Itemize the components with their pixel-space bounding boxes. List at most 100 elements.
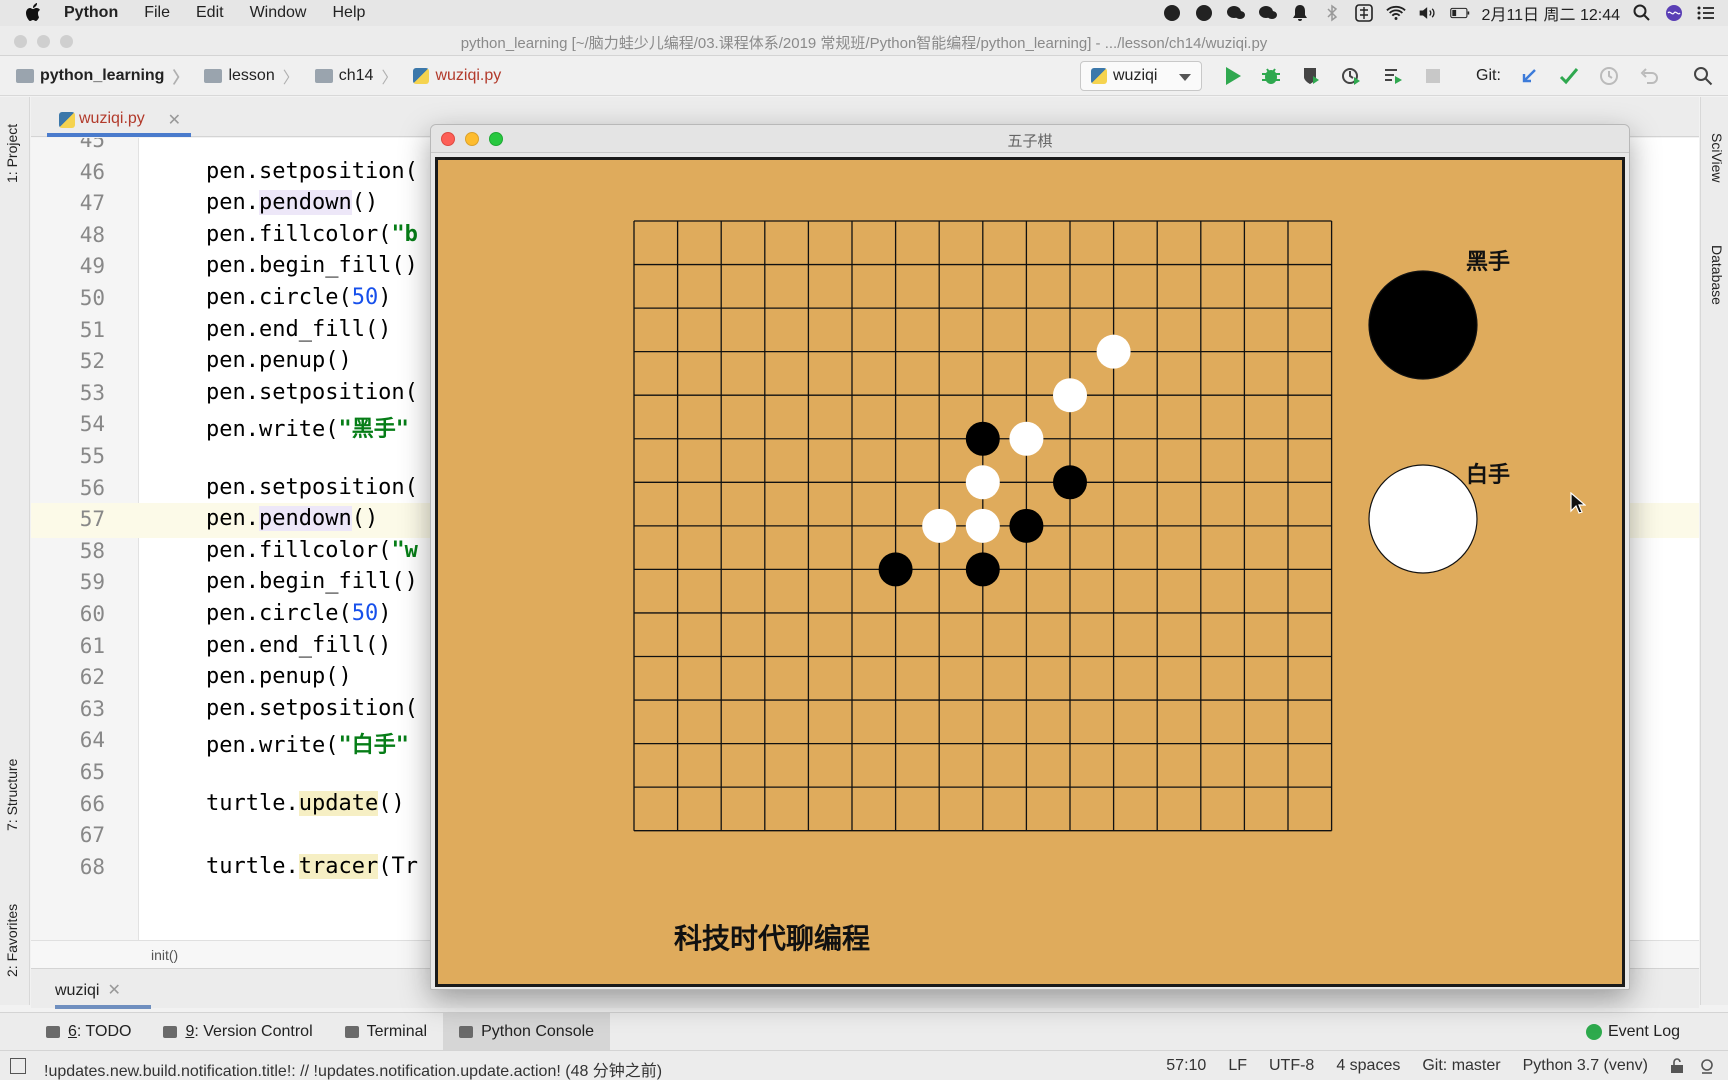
tool-tab-favorites[interactable]: 2: Favorites [4,904,20,977]
breadcrumb-ch14[interactable]: ch14 〉 [314,64,397,88]
gomoku-canvas[interactable]: 黑手 白手 科技时代聊编程 [435,157,1625,987]
profile-icon[interactable] [1340,65,1362,87]
white-stone[interactable] [965,508,1000,543]
coverage-icon[interactable] [1300,65,1322,87]
python-file-icon [59,112,75,128]
bottom-tool-tabs: 6: TODO 9: Version Control Terminal Pyth… [0,1012,1728,1051]
python-interpreter[interactable]: Python 3.7 (venv) [1523,1057,1648,1075]
menu-edit[interactable]: Edit [196,4,224,22]
wechat-icon[interactable] [1226,4,1246,22]
code-text: pen.pendown() [206,506,379,532]
white-stone[interactable] [1053,378,1087,413]
rollback-icon[interactable] [1638,65,1660,87]
debug-icon[interactable] [1260,65,1282,87]
stop-record-icon[interactable] [1162,4,1182,22]
wechat-icon[interactable] [1258,4,1278,22]
line-number: 50 [79,286,105,310]
line-number: 63 [79,696,105,721]
code-text: pen.fillcolor("b [206,221,418,247]
white-stone[interactable] [1009,421,1044,456]
breadcrumb-file[interactable]: wuziqi.py [413,67,501,85]
gomoku-board[interactable] [438,160,1622,984]
code-text: pen.begin_fill() [206,569,418,595]
siri-icon[interactable] [1664,4,1684,22]
white-stone[interactable] [1096,334,1131,369]
run-config-select[interactable]: wuziqi [1080,61,1202,91]
code-text: pen.setposition( [206,474,418,500]
breadcrumb-lesson[interactable]: lesson 〉 [204,64,299,88]
folder-icon [314,68,333,83]
bluetooth-icon[interactable] [1322,4,1342,22]
black-stone[interactable] [1009,508,1044,543]
code-text: pen.penup() [206,348,352,374]
event-log-button[interactable]: Event Log [1585,1023,1680,1041]
compass-icon[interactable] [1194,4,1214,22]
line-number: 66 [79,791,105,816]
apple-icon[interactable] [22,1,46,25]
menu-window[interactable]: Window [250,4,307,22]
stop-icon[interactable] [1422,65,1444,87]
status-message[interactable]: !updates.new.build.notification.title!: … [44,1057,662,1080]
black-stone[interactable] [1053,465,1087,500]
battery-icon[interactable] [1449,4,1470,22]
concurrency-icon[interactable] [1382,65,1404,87]
git-commit-icon[interactable] [1558,65,1580,87]
inspector-icon[interactable] [1698,1057,1716,1080]
run-icon[interactable] [1222,65,1244,87]
code-text: pen.circle(50) [206,601,392,626]
tool-tab-python-console[interactable]: Python Console [443,1012,611,1051]
left-tool-strip: 1: Project 7: Structure 2: Favorites [0,97,30,1005]
lock-icon[interactable] [1670,1058,1684,1079]
line-number: 65 [79,760,105,784]
wifi-icon[interactable] [1385,4,1406,22]
tool-tab-version-control[interactable]: 9: Version Control [147,1013,328,1051]
tool-tab-terminal[interactable]: Terminal [329,1013,443,1051]
panel-toggle-icon[interactable] [10,1058,26,1074]
notification-center-icon[interactable] [1696,4,1716,22]
editor-tab-wuziqi[interactable]: wuziqi.py ✕ [47,105,191,137]
structure-crumb[interactable]: init() [151,947,178,963]
tool-tab-project[interactable]: 1: Project [4,124,20,183]
black-stone[interactable] [965,552,1000,587]
ide-window-title: python_learning [~/脑力蛙少儿编程/03.课程体系/2019 … [460,35,1268,52]
tool-tab-todo[interactable]: 6: TODO [30,1013,147,1051]
tool-tab-sciview[interactable]: SciView [1709,133,1725,183]
volume-icon[interactable] [1418,4,1438,22]
code-text: pen.end_fill() [206,632,392,658]
run-tab-wuziqi[interactable]: wuziqi ✕ [55,975,151,1009]
white-stone[interactable] [965,465,1000,500]
line-separator[interactable]: LF [1228,1057,1247,1075]
indent-setting[interactable]: 4 spaces [1336,1057,1400,1075]
search-icon[interactable] [1692,65,1714,87]
menu-help[interactable]: Help [332,4,365,22]
black-player-stone [1368,270,1478,380]
menu-file[interactable]: File [144,4,170,22]
menu-app-python[interactable]: Python [64,4,118,22]
menubar-clock[interactable]: 2月11日 周二 12:44 [1482,1,1620,25]
caret-position[interactable]: 57:10 [1166,1057,1206,1075]
tool-tab-database[interactable]: Database [1709,245,1725,305]
white-stone[interactable] [922,508,957,543]
todo-icon [46,1025,60,1038]
search-icon[interactable] [1632,4,1652,22]
git-update-icon[interactable] [1518,65,1540,87]
close-icon[interactable]: ✕ [107,982,120,999]
close-icon[interactable]: ✕ [168,110,181,130]
input-method-icon[interactable] [1354,4,1374,22]
tool-tab-structure[interactable]: 7: Structure [4,759,20,831]
ide-titlebar: python_learning [~/脑力蛙少儿编程/03.课程体系/2019 … [0,26,1728,56]
bell-icon[interactable] [1290,4,1310,22]
git-branch[interactable]: Git: master [1422,1057,1500,1075]
history-icon[interactable] [1598,65,1620,87]
breadcrumb-project[interactable]: python_learning 〉 [16,64,188,88]
black-stone[interactable] [878,552,913,587]
code-text: pen.write("白手" [206,733,409,759]
code-text: pen.begin_fill() [206,253,418,279]
line-number: 62 [79,665,105,690]
macos-menubar: Python File Edit Window Help 2月11日 周二 12… [0,0,1728,26]
breadcrumb-label: lesson [228,66,275,84]
navigation-bar: python_learning 〉 lesson 〉 ch14 〉 wuziqi… [0,56,1728,96]
file-encoding[interactable]: UTF-8 [1269,1057,1314,1075]
line-number: 48 [79,222,105,247]
black-stone[interactable] [965,421,1000,456]
